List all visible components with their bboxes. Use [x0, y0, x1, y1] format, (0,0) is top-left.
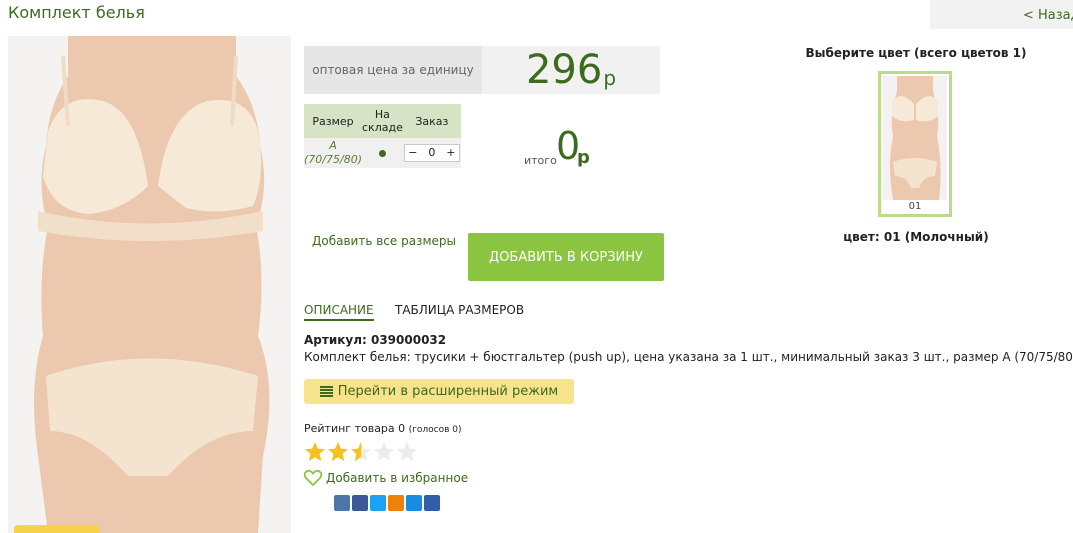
- product-photo[interactable]: [8, 36, 291, 533]
- back-link[interactable]: < Назад: [1023, 8, 1073, 23]
- order-cell: − 0 +: [402, 138, 461, 168]
- size-value: A: [329, 139, 337, 152]
- tab-description[interactable]: ОПИСАНИЕ: [304, 303, 374, 321]
- add-all-sizes-link[interactable]: Добавить все размеры: [312, 234, 456, 248]
- add-to-cart-button[interactable]: ДОБАВИТЬ В КОРЗИНУ: [468, 233, 664, 281]
- product-description: Комплект белья: трусики + бюстгальтер (p…: [304, 350, 1073, 364]
- table-row: A (70/75/80) − 0 +: [304, 138, 461, 168]
- swatch-code: 01: [908, 201, 922, 212]
- quantity-stepper[interactable]: − 0 +: [403, 144, 460, 162]
- favorites-label: Добавить в избранное: [326, 471, 469, 485]
- decrement-button[interactable]: −: [405, 145, 421, 161]
- total-label: итого: [524, 154, 557, 167]
- price-value: 296: [525, 47, 603, 93]
- star-icon[interactable]: [304, 441, 326, 463]
- add-to-favorites-link[interactable]: Добавить в избранное: [304, 470, 468, 486]
- order-header: Заказ: [402, 104, 461, 138]
- livejournal-icon[interactable]: [424, 495, 440, 511]
- photo-badge: [14, 525, 100, 533]
- list-icon: [319, 386, 333, 397]
- total-currency: р: [577, 147, 590, 168]
- star-icon[interactable]: [373, 441, 395, 463]
- extended-mode-button[interactable]: Перейти в расширенный режим: [304, 379, 574, 404]
- mailru-icon[interactable]: [406, 495, 422, 511]
- extended-mode-label: Перейти в расширенный режим: [337, 384, 559, 399]
- selected-color-label: цвет: 01 (Молочный): [843, 230, 989, 244]
- rating-votes: (голосов 0): [408, 425, 462, 435]
- page-title: Комплект белья: [8, 3, 145, 22]
- in-stock-dot-icon: [378, 149, 386, 157]
- size-range: (70/75/80): [304, 153, 362, 166]
- price-currency: р: [603, 66, 617, 90]
- vk-icon[interactable]: [334, 495, 350, 511]
- stock-cell: [362, 138, 403, 168]
- facebook-icon[interactable]: [352, 495, 368, 511]
- sizes-table: Размер На складе Заказ A (70/75/80) − 0 …: [304, 104, 461, 168]
- odnoklassniki-icon[interactable]: [388, 495, 404, 511]
- social-share-bar: [334, 495, 442, 511]
- stock-header-line1: На: [374, 108, 390, 121]
- swatch-thumbnail: [883, 76, 947, 200]
- star-icon[interactable]: [327, 441, 349, 463]
- increment-button[interactable]: +: [443, 145, 459, 161]
- star-icon[interactable]: [350, 441, 372, 463]
- stock-header-line2: складе: [362, 121, 403, 134]
- twitter-icon[interactable]: [370, 495, 386, 511]
- price-value-box: 296 р: [482, 46, 660, 94]
- stock-header: На складе: [362, 104, 403, 138]
- size-cell: A (70/75/80): [304, 138, 362, 168]
- size-header: Размер: [304, 104, 362, 138]
- star-icon[interactable]: [396, 441, 418, 463]
- article-number: Артикул: 039000032: [304, 333, 447, 347]
- rating-label: Рейтинг товара 0 (голосов 0): [304, 422, 462, 435]
- rating-stars[interactable]: [304, 441, 419, 463]
- rating-text: Рейтинг товара 0: [304, 422, 406, 435]
- quantity-input[interactable]: 0: [421, 145, 443, 161]
- tab-size-chart[interactable]: ТАБЛИЦА РАЗМЕРОВ: [395, 303, 524, 317]
- heart-icon: [304, 470, 322, 486]
- price-label: оптовая цена за единицу: [304, 46, 482, 94]
- choose-color-title: Выберите цвет (всего цветов 1): [805, 46, 1027, 60]
- color-swatch[interactable]: 01: [878, 71, 952, 217]
